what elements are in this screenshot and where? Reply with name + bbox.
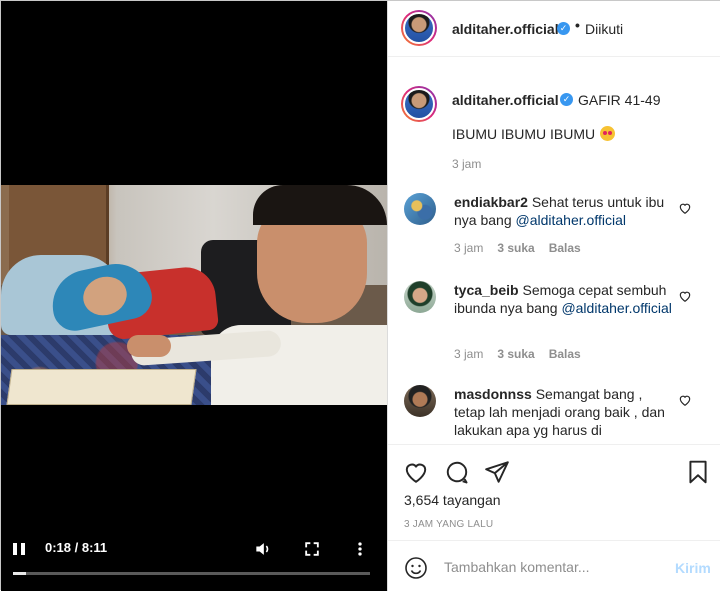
pause-icon[interactable] (13, 541, 29, 557)
volume-icon[interactable] (253, 539, 273, 559)
comment-body: tyca_beib Semoga cepat sembuh ibunda nya… (454, 281, 674, 317)
video-controls: 0:18 / 8:11 (1, 531, 387, 591)
instagram-post-window: 0:18 / 8:11 alditaher.official ✓ • Diiku… (0, 0, 720, 591)
commenter-avatar[interactable] (404, 193, 436, 225)
follow-state-button[interactable]: Diikuti (585, 21, 623, 37)
heart-icon[interactable] (403, 459, 429, 485)
comment-input[interactable] (444, 555, 664, 579)
caption-text: IBUMU IBUMU IBUMU (452, 126, 616, 142)
bookmark-icon[interactable] (685, 459, 711, 485)
comment-icon[interactable] (444, 459, 470, 485)
view-count[interactable]: 3,654 tayangan (404, 492, 501, 508)
post-header: alditaher.official ✓ • Diikuti (388, 1, 720, 57)
video-frame[interactable] (1, 185, 387, 405)
comment-body: endiakbar2 Sehat terus untuk ibu nya ban… (454, 193, 674, 229)
comment-likes[interactable]: 3 suka (497, 347, 534, 361)
verified-badge-icon: ✓ (557, 22, 570, 35)
caption-avatar[interactable] (401, 86, 437, 122)
comment-mention[interactable]: @alditaher.official (561, 300, 671, 316)
scene-hand (127, 335, 171, 357)
share-icon[interactable] (484, 459, 510, 485)
video-progress-bar[interactable] (13, 572, 370, 575)
comment-time: 3 jam (454, 241, 484, 255)
comment-mention[interactable]: @alditaher.official (516, 212, 626, 228)
header-username[interactable]: alditaher.official (452, 21, 559, 37)
scene-man-hair (253, 185, 387, 225)
heart-eyes-emoji-icon (600, 126, 616, 141)
fullscreen-icon[interactable] (302, 539, 322, 559)
comment-likes[interactable]: 3 suka (497, 241, 534, 255)
post-sidebar: alditaher.official ✓ • Diikuti alditaher… (387, 1, 720, 591)
emoji-picker-icon[interactable] (404, 556, 428, 580)
comment-username[interactable]: tyca_beib (454, 282, 519, 298)
post-timestamp: 3 JAM YANG LALU (404, 519, 494, 530)
post-actions: 3,654 tayangan 3 JAM YANG LALU (388, 444, 720, 540)
more-options-icon[interactable] (350, 539, 370, 559)
caption-tag: GAFIR 41-49 (578, 92, 661, 108)
verified-badge-icon: ✓ (560, 93, 573, 106)
scene-quran (6, 369, 197, 405)
video-player[interactable]: 0:18 / 8:11 (1, 1, 387, 591)
video-time: 0:18 / 8:11 (45, 540, 108, 555)
comments-list[interactable]: alditaher.official ✓ GAFIR 41-49 IBUMU I… (388, 58, 720, 444)
reply-button[interactable]: Balas (549, 347, 581, 361)
like-comment-icon[interactable] (678, 201, 692, 215)
post-comment-button[interactable]: Kirim (675, 560, 711, 576)
commenter-avatar[interactable] (404, 385, 436, 417)
commenter-avatar[interactable] (404, 281, 436, 313)
comment-time: 3 jam (454, 347, 484, 361)
separator-dot: • (575, 17, 580, 33)
comment-username[interactable]: endiakbar2 (454, 194, 528, 210)
comment-meta: 3 jam 3 suka Balas (454, 347, 581, 361)
caption-username[interactable]: alditaher.official (452, 92, 559, 108)
like-comment-icon[interactable] (678, 393, 692, 407)
comment-meta: 3 jam 3 suka Balas (454, 241, 581, 255)
comment-body: masdonnss Semangat bang , tetap lah menj… (454, 385, 674, 439)
caption-time: 3 jam (452, 157, 482, 171)
comment-username[interactable]: masdonnss (454, 386, 532, 402)
caption-body: IBUMU IBUMU IBUMU (452, 126, 596, 142)
reply-button[interactable]: Balas (549, 241, 581, 255)
like-comment-icon[interactable] (678, 289, 692, 303)
avatar[interactable] (401, 10, 437, 46)
video-progress-fill (13, 572, 27, 575)
add-comment-bar: Kirim (388, 540, 720, 591)
